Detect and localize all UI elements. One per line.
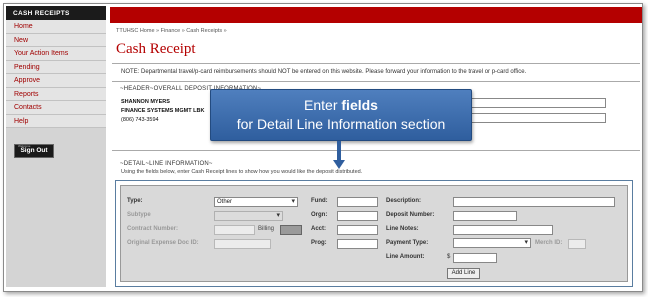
- original-expense-doc-input[interactable]: [214, 239, 271, 249]
- acct-input[interactable]: [337, 225, 378, 235]
- breadcrumb[interactable]: TTUHSC Home » Finance » Cash Receipts »: [116, 28, 227, 34]
- merch-id-input[interactable]: [568, 239, 586, 249]
- callout-line-2: for Detail Line Information section: [236, 116, 446, 132]
- payment-type-label: Payment Type:: [386, 240, 429, 246]
- detail-section-title: ~DETAIL~LINE INFORMATION~: [120, 161, 213, 167]
- payment-type-select[interactable]: [453, 238, 531, 248]
- type-select[interactable]: Other: [214, 197, 298, 207]
- deposit-number-label: Deposit Number:: [386, 212, 435, 218]
- line-amount-input[interactable]: [453, 253, 497, 263]
- acct-label: Acct:: [311, 226, 327, 232]
- fund-label: Fund:: [311, 198, 328, 204]
- sign-out-button[interactable]: Welcome Sign Out: [14, 144, 54, 158]
- line-notes-input[interactable]: [453, 225, 553, 235]
- header-dept: FINANCE SYSTEMS MGMT LBK: [121, 108, 205, 114]
- prog-input[interactable]: [337, 239, 378, 249]
- orgn-label: Orgn:: [311, 212, 328, 218]
- arrow-down-icon: [333, 160, 345, 169]
- page-title: Cash Receipt: [116, 41, 196, 57]
- sidebar-item-reports[interactable]: Reports: [6, 87, 106, 101]
- subtype-label: Subtype: [127, 212, 151, 218]
- travel-note: NOTE: Departmental travel/p-card reimbur…: [121, 69, 527, 75]
- callout-line-1: Enter fields: [211, 96, 471, 115]
- type-label: Type:: [127, 198, 143, 204]
- contract-number-label: Contract Number:: [127, 226, 179, 232]
- sidebar: CASH RECEIPTS Home New Your Action Items…: [6, 6, 106, 287]
- line-notes-label: Line Notes:: [386, 226, 419, 232]
- sign-out-welcome: Welcome: [18, 144, 31, 148]
- header-contact-info: SHANNON MYERS FINANCE SYSTEMS MGMT LBK (…: [121, 98, 204, 125]
- description-input[interactable]: [453, 197, 615, 207]
- sign-out-label: Sign Out: [20, 147, 48, 154]
- divider: [112, 63, 640, 64]
- prog-label: Prog:: [311, 240, 327, 246]
- description-label: Description:: [386, 198, 422, 204]
- deposit-number-input[interactable]: [453, 211, 517, 221]
- sidebar-item-action-items[interactable]: Your Action Items: [6, 47, 106, 61]
- callout-prefix: Enter: [304, 97, 342, 113]
- sidebar-item-help[interactable]: Help: [6, 114, 106, 128]
- callout-bold: fields: [341, 97, 378, 113]
- sidebar-item-approve[interactable]: Approve: [6, 74, 106, 88]
- line-amount-label: Line Amount:: [386, 254, 425, 260]
- sidebar-item-contacts[interactable]: Contacts: [6, 101, 106, 115]
- header-input-1[interactable]: [466, 98, 606, 108]
- top-banner: [110, 7, 642, 23]
- detail-section-description: Using the fields below, enter Cash Recei…: [121, 169, 363, 175]
- sidebar-header: CASH RECEIPTS: [6, 6, 106, 20]
- billing-label: Billing: [258, 226, 275, 232]
- original-expense-doc-label: Original Expense Doc ID:: [127, 240, 199, 246]
- header-phone: (806) 743-3594: [121, 117, 159, 123]
- add-line-button[interactable]: Add Line: [447, 268, 480, 279]
- sidebar-item-pending[interactable]: Pending: [6, 60, 106, 74]
- header-name: SHANNON MYERS: [121, 99, 170, 105]
- instruction-callout: Enter fields for Detail Line Information…: [210, 89, 472, 141]
- sidebar-item-home[interactable]: Home: [6, 20, 106, 34]
- billing-field[interactable]: [280, 225, 302, 235]
- currency-symbol: $: [447, 254, 451, 260]
- sidebar-item-new[interactable]: New: [6, 33, 106, 47]
- divider: [112, 81, 640, 82]
- merch-id-label: Merch ID:: [535, 240, 563, 246]
- orgn-input[interactable]: [337, 211, 378, 221]
- divider: [112, 150, 640, 151]
- header-input-2[interactable]: [466, 113, 606, 123]
- subtype-select[interactable]: [214, 211, 283, 221]
- fund-input[interactable]: [337, 197, 378, 207]
- contract-number-input[interactable]: [214, 225, 255, 235]
